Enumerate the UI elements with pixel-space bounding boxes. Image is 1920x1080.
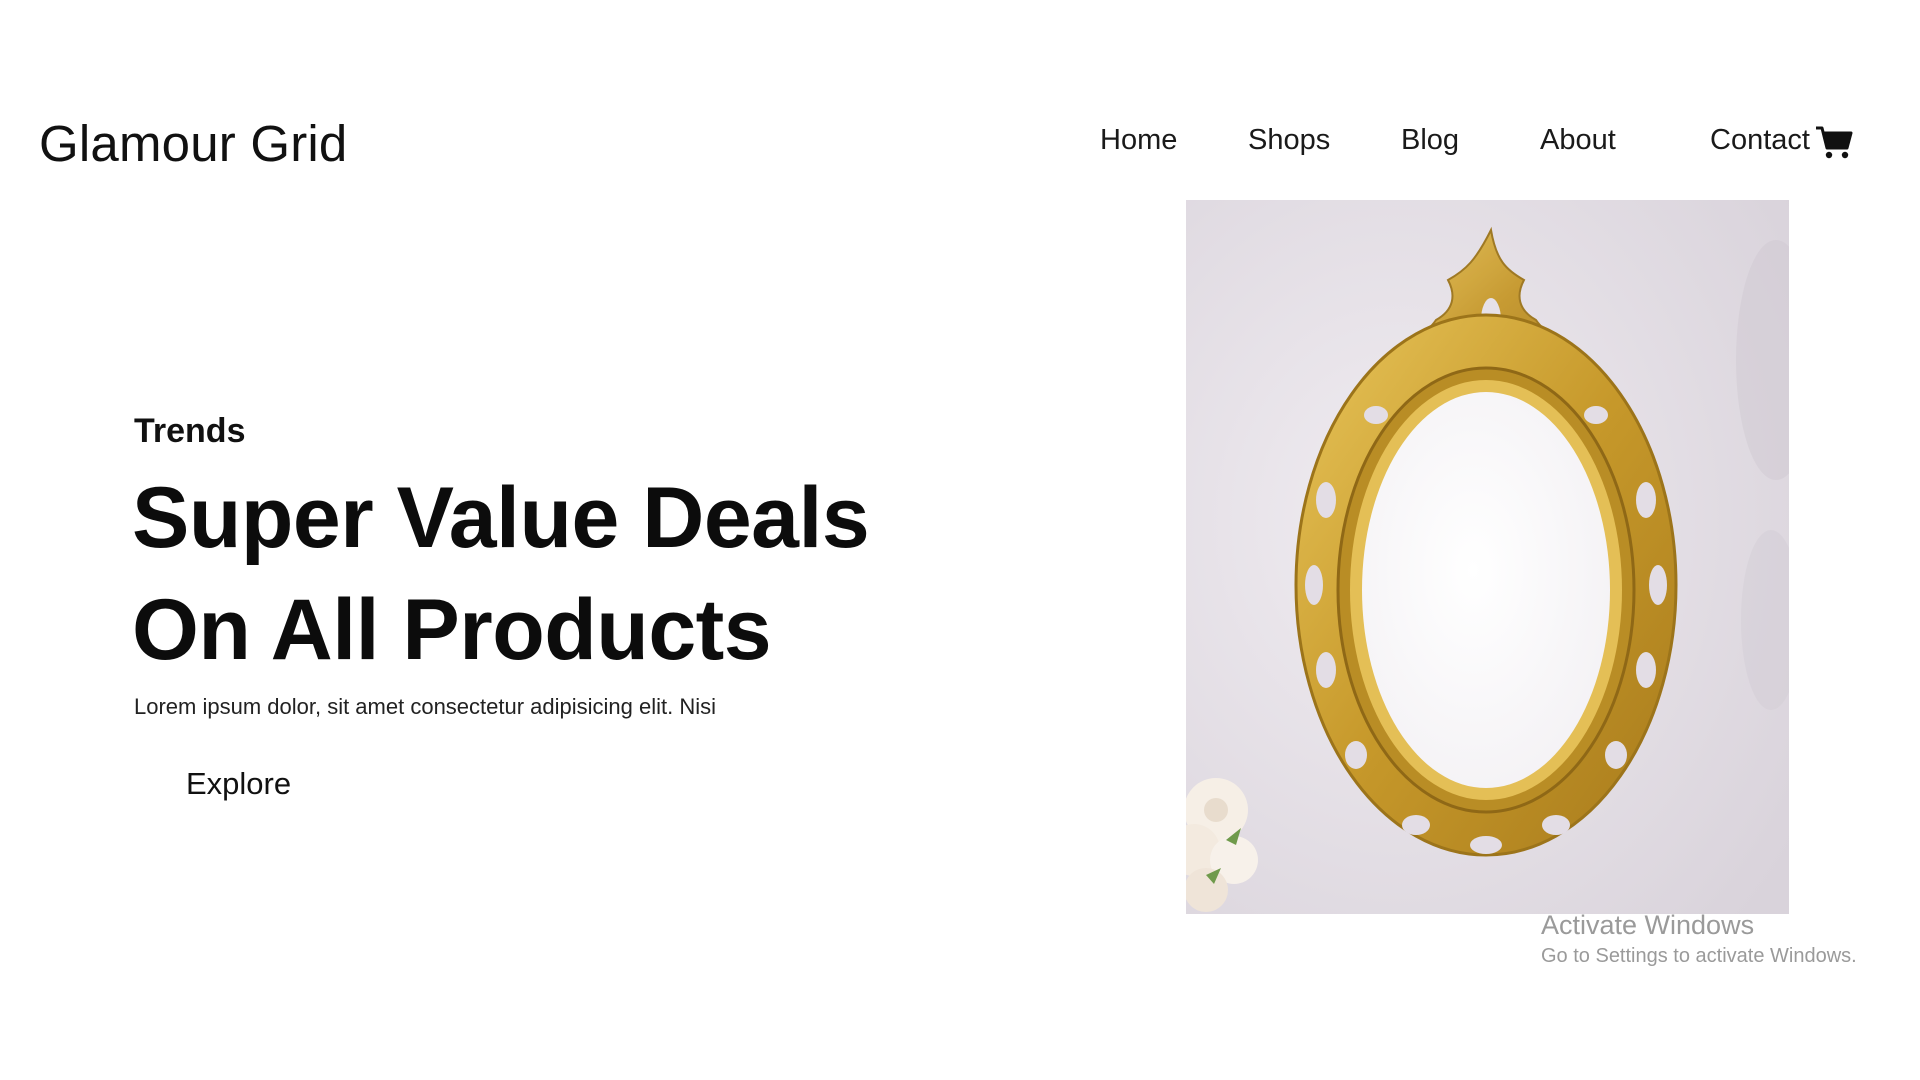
nav-contact-link[interactable]: Contact (1710, 124, 1810, 157)
nav-home-link[interactable]: Home (1100, 124, 1177, 157)
cart-icon[interactable] (1814, 122, 1854, 162)
watermark-subtitle: Go to Settings to activate Windows. (1541, 945, 1857, 967)
ornate-mirror-illustration (1186, 200, 1789, 914)
hero-eyebrow: Trends (134, 412, 246, 450)
page: Glamour Grid Home Shops Blog About Conta… (0, 0, 1920, 1080)
cart-icon-glyph (1816, 126, 1853, 159)
explore-button[interactable]: Explore (186, 766, 291, 802)
watermark-title: Activate Windows (1541, 910, 1755, 940)
brand-logo-text[interactable]: Glamour Grid (39, 114, 347, 173)
hero-description: Lorem ipsum dolor, sit amet consectetur … (134, 694, 717, 719)
nav-shops-link[interactable]: Shops (1248, 124, 1330, 157)
nav-blog-link[interactable]: Blog (1401, 124, 1459, 157)
hero-headline-line-1: Super Value Deals (132, 470, 870, 566)
windows-activation-watermark: Activate Windows Go to Settings to activ… (1541, 908, 1857, 970)
nav-about-link[interactable]: About (1540, 124, 1616, 157)
hero-product-image (1186, 200, 1789, 914)
hero-headline-line-2: On All Products (132, 582, 772, 678)
hero-headline: Super Value Deals On All Products (132, 462, 870, 686)
